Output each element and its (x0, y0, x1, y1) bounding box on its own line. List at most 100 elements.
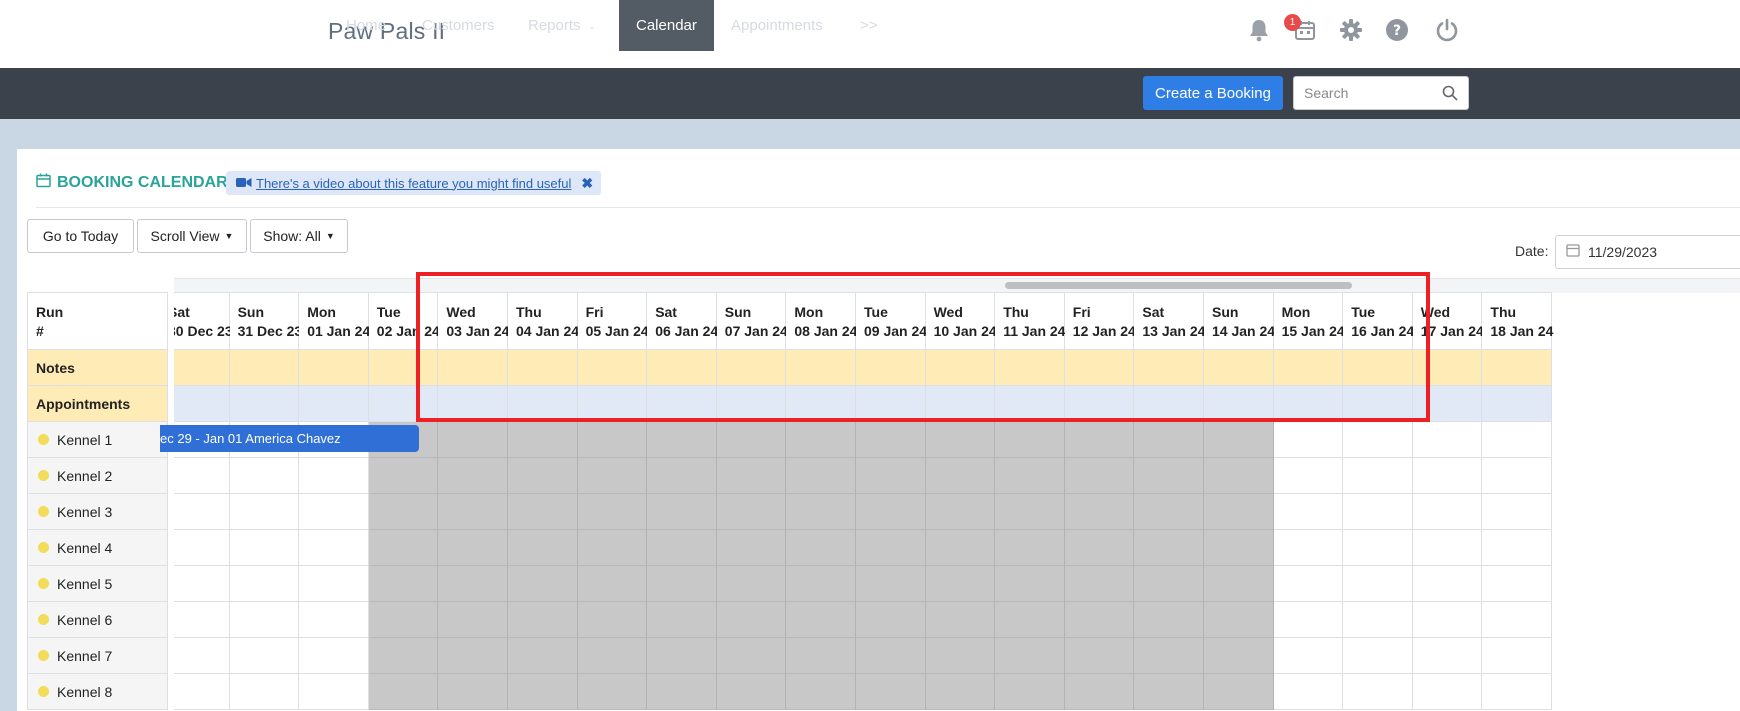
booking-cell[interactable] (1482, 494, 1552, 530)
blocked-cell[interactable] (1064, 422, 1135, 458)
booking-cell[interactable] (1412, 530, 1483, 566)
notes-cell[interactable] (368, 350, 439, 386)
kennel-row-label[interactable]: Kennel 1 (27, 422, 168, 458)
day-header[interactable]: Mon 08 Jan 24 (786, 292, 857, 350)
blocked-cell[interactable] (1064, 674, 1135, 710)
blocked-cell[interactable] (647, 638, 717, 674)
notes-cell[interactable] (1064, 350, 1135, 386)
booking-cell[interactable] (174, 602, 230, 638)
day-header[interactable]: Sun 14 Jan 24 (1204, 292, 1275, 350)
booking-cell[interactable] (1343, 494, 1413, 530)
booking-cell[interactable] (229, 458, 300, 494)
appointments-cell[interactable] (925, 386, 996, 422)
blocked-cell[interactable] (786, 674, 856, 710)
blocked-cell[interactable] (1204, 602, 1274, 638)
day-header[interactable]: Thu 18 Jan 24 (1482, 292, 1553, 350)
blocked-cell[interactable] (508, 530, 578, 566)
notes-cell[interactable] (577, 350, 648, 386)
booking-cell[interactable] (1482, 602, 1552, 638)
blocked-cell[interactable] (368, 494, 439, 530)
blocked-cell[interactable] (786, 458, 856, 494)
blocked-cell[interactable] (1134, 494, 1204, 530)
kennel-row-label[interactable]: Kennel 3 (27, 494, 168, 530)
blocked-cell[interactable] (577, 422, 648, 458)
blocked-cell[interactable] (438, 674, 508, 710)
blocked-cell[interactable] (1134, 674, 1204, 710)
nav-more[interactable]: >> (860, 0, 878, 51)
booking-cell[interactable] (1273, 530, 1344, 566)
blocked-cell[interactable] (1204, 566, 1274, 602)
day-header[interactable]: Sun 07 Jan 24 (716, 292, 788, 350)
blocked-cell[interactable] (856, 494, 926, 530)
blocked-cell[interactable] (508, 602, 578, 638)
blocked-cell[interactable] (368, 638, 439, 674)
blocked-cell[interactable] (577, 638, 648, 674)
blocked-cell[interactable] (1134, 458, 1204, 494)
blocked-cell[interactable] (1134, 422, 1204, 458)
kennel-row-label[interactable]: Kennel 8 (27, 674, 168, 710)
scrollbar-thumb[interactable] (1005, 282, 1352, 289)
blocked-cell[interactable] (856, 638, 926, 674)
date-input[interactable] (1588, 244, 1728, 260)
blocked-cell[interactable] (786, 494, 856, 530)
blocked-cell[interactable] (856, 530, 926, 566)
blocked-cell[interactable] (925, 674, 996, 710)
go-to-today-button[interactable]: Go to Today (27, 219, 134, 253)
booking-bar[interactable]: ec 29 - Jan 01 America Chavez (160, 425, 419, 452)
blocked-cell[interactable] (995, 674, 1065, 710)
appointments-cell[interactable] (1482, 386, 1552, 422)
video-tip-link[interactable]: There's a video about this feature you m… (256, 176, 571, 191)
appointments-cell[interactable] (716, 386, 787, 422)
blocked-cell[interactable] (1134, 638, 1204, 674)
booking-cell[interactable] (299, 494, 369, 530)
calendar-icon[interactable] (1566, 243, 1580, 262)
notes-cell[interactable] (786, 350, 856, 386)
day-header[interactable]: Wed 03 Jan 24 (438, 292, 509, 350)
bell-icon[interactable] (1246, 17, 1272, 43)
blocked-cell[interactable] (925, 638, 996, 674)
booking-cell[interactable] (1412, 458, 1483, 494)
blocked-cell[interactable] (995, 494, 1065, 530)
blocked-cell[interactable] (786, 530, 856, 566)
blocked-cell[interactable] (647, 458, 717, 494)
booking-cell[interactable] (299, 458, 369, 494)
notes-cell[interactable] (647, 350, 717, 386)
blocked-cell[interactable] (577, 530, 648, 566)
booking-cell[interactable] (1412, 422, 1483, 458)
notes-cell[interactable] (856, 350, 926, 386)
booking-cell[interactable] (1273, 602, 1344, 638)
show-filter-dropdown[interactable]: Show: All ▼ (250, 219, 348, 253)
scroll-view-dropdown[interactable]: Scroll View ▼ (137, 219, 247, 253)
blocked-cell[interactable] (508, 566, 578, 602)
blocked-cell[interactable] (716, 638, 787, 674)
booking-cell[interactable] (1482, 422, 1552, 458)
blocked-cell[interactable] (925, 530, 996, 566)
appointments-cell[interactable] (1204, 386, 1274, 422)
booking-cell[interactable] (229, 602, 300, 638)
booking-cell[interactable] (1482, 674, 1552, 710)
blocked-cell[interactable] (368, 566, 439, 602)
appointments-cell[interactable] (647, 386, 717, 422)
blocked-cell[interactable] (647, 494, 717, 530)
blocked-cell[interactable] (856, 422, 926, 458)
booking-cell[interactable] (1482, 638, 1552, 674)
booking-cell[interactable] (1343, 566, 1413, 602)
blocked-cell[interactable] (508, 638, 578, 674)
blocked-cell[interactable] (368, 674, 439, 710)
blocked-cell[interactable] (438, 494, 508, 530)
booking-cell[interactable] (1273, 458, 1344, 494)
blocked-cell[interactable] (925, 566, 996, 602)
appointments-cell[interactable] (368, 386, 439, 422)
blocked-cell[interactable] (716, 530, 787, 566)
blocked-cell[interactable] (577, 566, 648, 602)
blocked-cell[interactable] (438, 638, 508, 674)
help-icon[interactable]: ? (1384, 17, 1410, 43)
notes-cell[interactable] (1482, 350, 1552, 386)
booking-cell[interactable] (1412, 494, 1483, 530)
booking-cell[interactable] (1273, 638, 1344, 674)
blocked-cell[interactable] (1064, 458, 1135, 494)
blocked-cell[interactable] (508, 674, 578, 710)
nav-appointments[interactable]: Appointments (731, 0, 823, 51)
gear-icon[interactable] (1338, 17, 1364, 43)
blocked-cell[interactable] (925, 422, 996, 458)
